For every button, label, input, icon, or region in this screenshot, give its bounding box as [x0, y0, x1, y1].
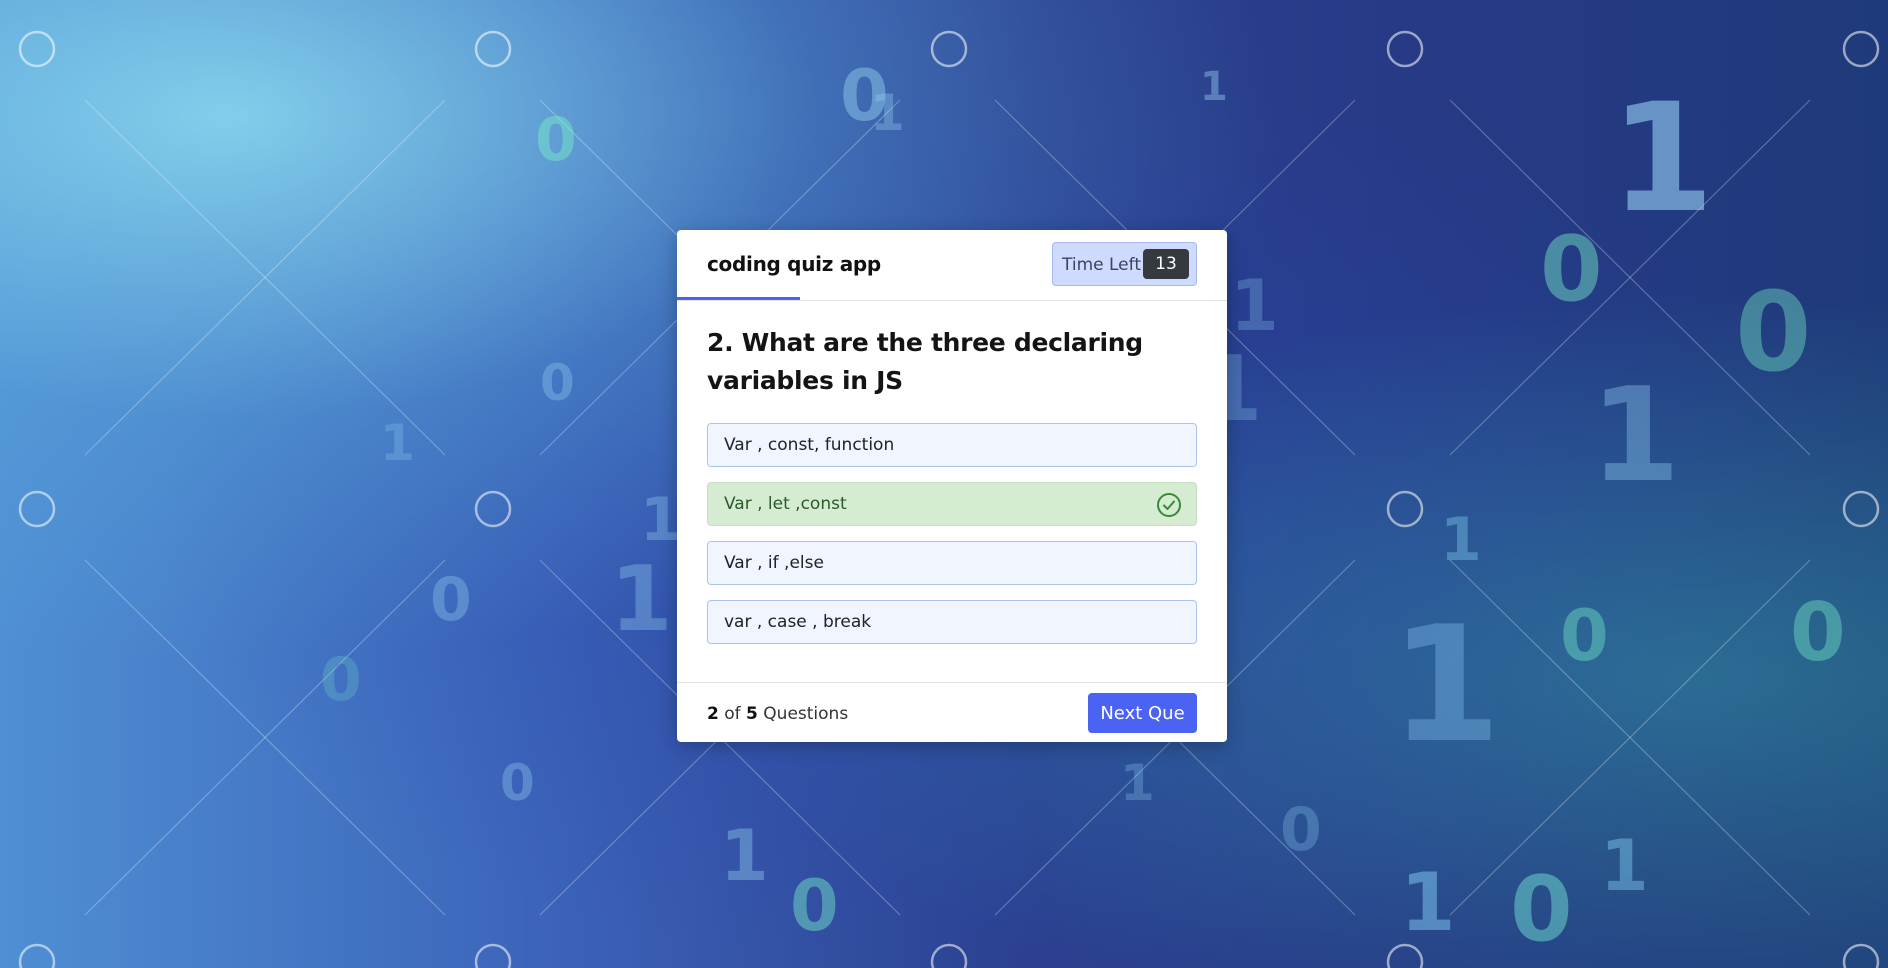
app-title: coding quiz app [707, 252, 881, 276]
svg-text:1: 1 [1600, 825, 1649, 907]
svg-text:1: 1 [380, 414, 415, 472]
option-2[interactable]: Var , let ,const [707, 482, 1197, 526]
option-label: var , case , break [724, 612, 872, 632]
timer-box: Time Left 13 [1052, 242, 1197, 286]
check-circle-icon [1157, 493, 1181, 517]
svg-text:1: 1 [640, 485, 682, 555]
option-1[interactable]: Var , const, function [707, 423, 1197, 467]
svg-text:0: 0 [540, 354, 575, 412]
svg-text:0: 0 [790, 865, 839, 947]
svg-text:1: 1 [1200, 64, 1228, 110]
question-counter: 2 of 5 Questions [707, 704, 848, 724]
timer-value: 13 [1143, 249, 1189, 279]
svg-text:1: 1 [610, 547, 673, 652]
total-questions-number: 5 [746, 704, 758, 724]
option-label: Var , const, function [724, 435, 895, 455]
timer-label: Time Left [1062, 255, 1141, 275]
svg-text:1: 1 [1400, 856, 1456, 949]
svg-text:0: 0 [1560, 595, 1609, 677]
counter-suffix: Questions [763, 704, 849, 724]
svg-text:0: 0 [1510, 857, 1573, 962]
svg-text:1: 1 [1390, 591, 1501, 778]
svg-text:0: 0 [430, 565, 472, 635]
svg-text:1: 1 [1610, 72, 1714, 246]
svg-text:0: 0 [1790, 586, 1846, 679]
svg-text:0: 0 [1540, 217, 1603, 322]
svg-text:1: 1 [1440, 505, 1482, 575]
card-header: coding quiz app Time Left 13 [677, 230, 1227, 301]
svg-text:0: 0 [1280, 795, 1322, 865]
option-label: Var , let ,const [724, 494, 847, 514]
svg-text:1: 1 [870, 84, 905, 142]
svg-text:0: 0 [320, 645, 362, 715]
svg-text:1: 1 [720, 815, 769, 897]
question-text: 2. What are the three declaring variable… [707, 328, 1143, 395]
svg-text:0: 0 [500, 754, 535, 812]
quiz-card: coding quiz app Time Left 13 2. What are… [677, 230, 1227, 742]
counter-of: of [724, 704, 741, 724]
option-3[interactable]: Var , if ,else [707, 541, 1197, 585]
svg-text:1: 1 [1230, 265, 1279, 347]
current-question-number: 2 [707, 704, 719, 724]
progress-bar [677, 297, 800, 300]
card-footer: 2 of 5 Questions Next Que [677, 682, 1227, 743]
next-question-button[interactable]: Next Que [1088, 693, 1197, 733]
svg-text:0: 0 [535, 105, 577, 175]
svg-text:1: 1 [1120, 754, 1155, 812]
option-label: Var , if ,else [724, 553, 824, 573]
svg-text:0: 0 [1735, 268, 1812, 396]
option-4[interactable]: var , case , break [707, 600, 1197, 644]
svg-text:1: 1 [1590, 359, 1680, 511]
